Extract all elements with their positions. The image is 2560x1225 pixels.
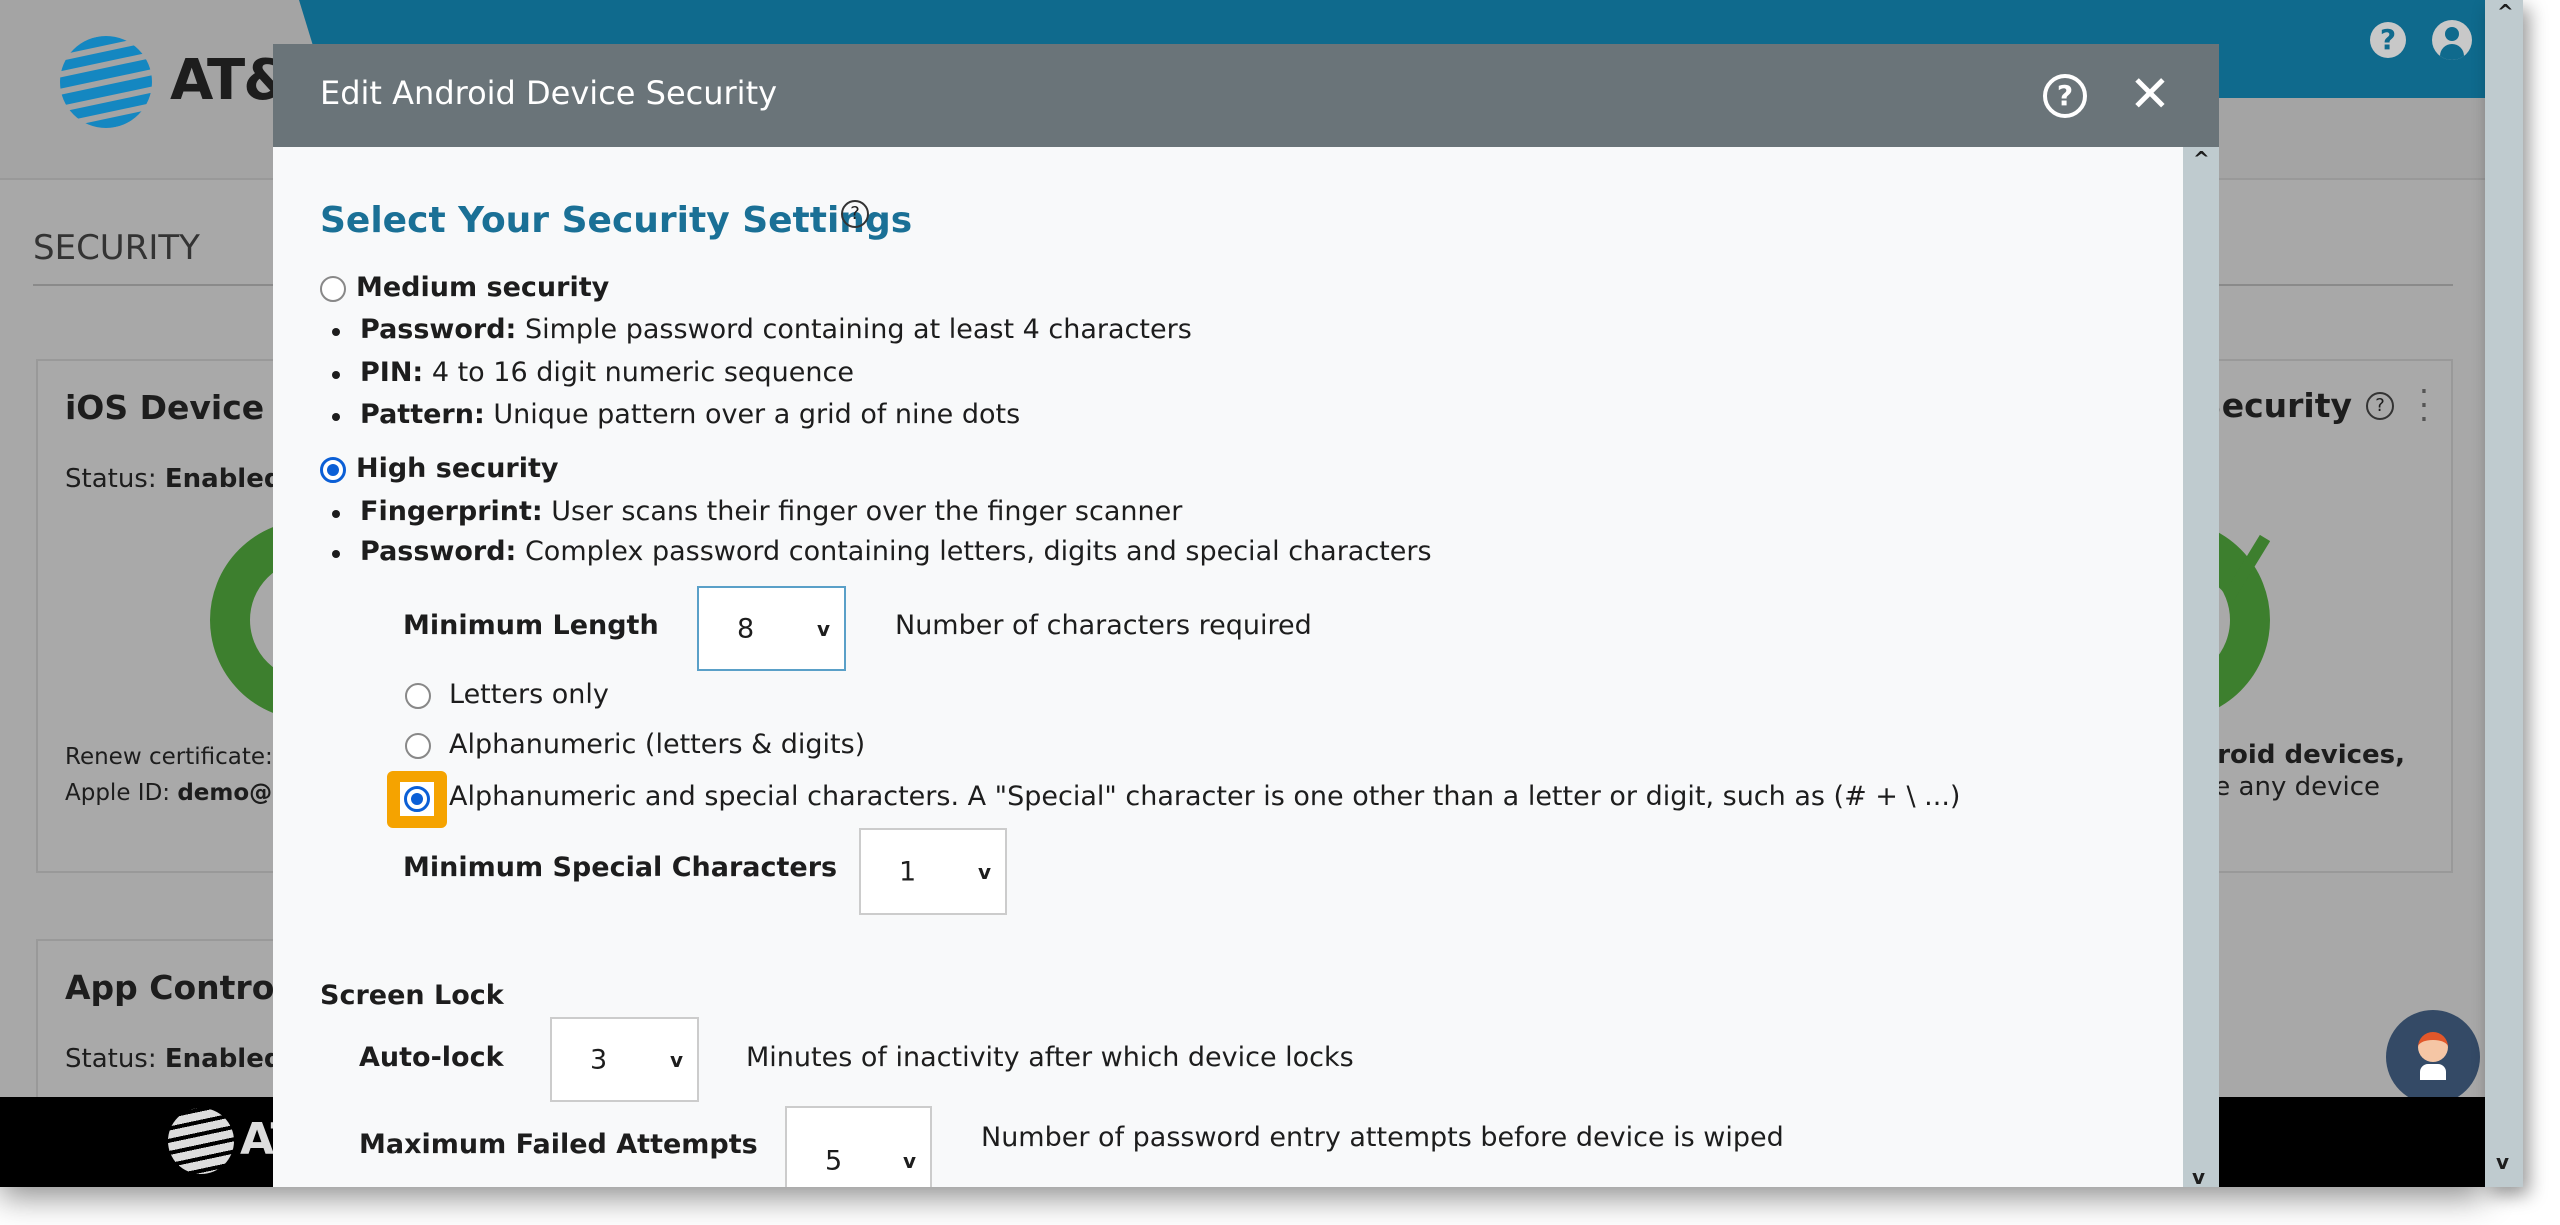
option-label: Alphanumeric and special characters. A "… bbox=[449, 781, 1961, 812]
scroll-down-icon[interactable]: v bbox=[2496, 1150, 2509, 1174]
list-item: PIN: 4 to 16 digit numeric sequence bbox=[360, 357, 854, 388]
scroll-up-icon[interactable]: ^ bbox=[2193, 147, 2210, 171]
dialog-title: Edit Android Device Security bbox=[320, 74, 778, 112]
help-icon[interactable]: ? bbox=[2366, 392, 2394, 420]
list-item: Pattern: Unique pattern over a grid of n… bbox=[360, 399, 1021, 430]
help-icon[interactable]: ? bbox=[2043, 74, 2087, 118]
section-heading: Select Your Security Settings bbox=[320, 200, 913, 241]
bullet bbox=[332, 510, 340, 518]
min-length-select[interactable]: 8v bbox=[697, 586, 846, 671]
chevron-down-icon: v bbox=[816, 616, 830, 641]
scroll-up-icon[interactable]: ^ bbox=[2497, 0, 2514, 24]
option-label: Letters only bbox=[449, 679, 609, 710]
help-icon[interactable]: ? bbox=[841, 200, 869, 228]
medium-security-label: Medium security bbox=[356, 272, 610, 303]
dialog-header: Edit Android Device Security ? ✕ bbox=[273, 44, 2219, 147]
auto-lock-select[interactable]: 3v bbox=[550, 1017, 699, 1102]
help-icon[interactable]: ? bbox=[2370, 22, 2406, 58]
dialog-scrollbar[interactable]: ^ v bbox=[2183, 147, 2219, 1187]
scroll-down-icon[interactable]: v bbox=[2192, 1165, 2205, 1187]
edit-android-security-dialog: Edit Android Device Security ? ✕ ^ v Sel… bbox=[273, 44, 2219, 1187]
high-security-radio[interactable] bbox=[320, 457, 346, 483]
card-title: iOS Device S bbox=[65, 388, 300, 427]
page-title: SECURITY bbox=[33, 228, 200, 268]
status-value: Enabled bbox=[164, 464, 283, 494]
close-icon[interactable]: ✕ bbox=[2129, 66, 2171, 122]
min-length-description: Number of characters required bbox=[895, 610, 1312, 641]
screen-lock-heading: Screen Lock bbox=[320, 980, 504, 1011]
bullet bbox=[332, 371, 340, 379]
alphanumeric-radio[interactable] bbox=[405, 733, 431, 759]
min-length-label: Minimum Length bbox=[403, 610, 659, 641]
medium-security-radio[interactable] bbox=[320, 276, 346, 302]
apple-id-value: demo@i bbox=[177, 780, 281, 806]
bullet bbox=[332, 328, 340, 336]
chat-assistant-button[interactable] bbox=[2386, 1010, 2480, 1104]
max-failed-description: Number of password entry attempts before… bbox=[981, 1122, 1784, 1153]
status-label: Status: bbox=[65, 464, 157, 494]
letters-only-radio[interactable] bbox=[405, 683, 431, 709]
status-value: Enabled bbox=[164, 1044, 283, 1074]
att-globe-logo-icon bbox=[168, 1108, 234, 1174]
min-special-select[interactable]: 1v bbox=[859, 828, 1007, 915]
checkmark-icon bbox=[2210, 534, 2270, 600]
list-item: Password: Simple password containing at … bbox=[360, 314, 1192, 345]
att-globe-logo-icon bbox=[60, 36, 152, 128]
high-security-label: High security bbox=[356, 453, 559, 484]
more-options-icon[interactable]: · · · bbox=[2416, 375, 2432, 435]
chevron-down-icon: v bbox=[977, 859, 991, 884]
card-title: App Control bbox=[65, 968, 286, 1007]
option-label: Alphanumeric (letters & digits) bbox=[449, 729, 866, 760]
bullet bbox=[332, 550, 340, 558]
bullet bbox=[332, 413, 340, 421]
list-item: Fingerprint: User scans their finger ove… bbox=[360, 496, 1183, 527]
auto-lock-description: Minutes of inactivity after which device… bbox=[746, 1042, 1354, 1073]
apple-id-label: Apple ID: bbox=[65, 780, 171, 806]
min-special-label: Minimum Special Characters bbox=[403, 852, 838, 883]
chevron-down-icon: v bbox=[902, 1149, 916, 1174]
list-item: Password: Complex password containing le… bbox=[360, 536, 1432, 567]
status-label: Status: bbox=[65, 1044, 157, 1074]
max-failed-label: Maximum Failed Attempts bbox=[359, 1129, 758, 1160]
max-failed-select[interactable]: 5v bbox=[785, 1106, 932, 1187]
user-icon[interactable] bbox=[2432, 20, 2472, 60]
renew-certificate-label: Renew certificate: bbox=[65, 744, 273, 770]
page-scrollbar[interactable]: ^ v bbox=[2485, 0, 2523, 1187]
alphanumeric-special-radio[interactable] bbox=[404, 786, 430, 812]
chevron-down-icon: v bbox=[669, 1047, 683, 1072]
auto-lock-label: Auto-lock bbox=[359, 1042, 504, 1073]
